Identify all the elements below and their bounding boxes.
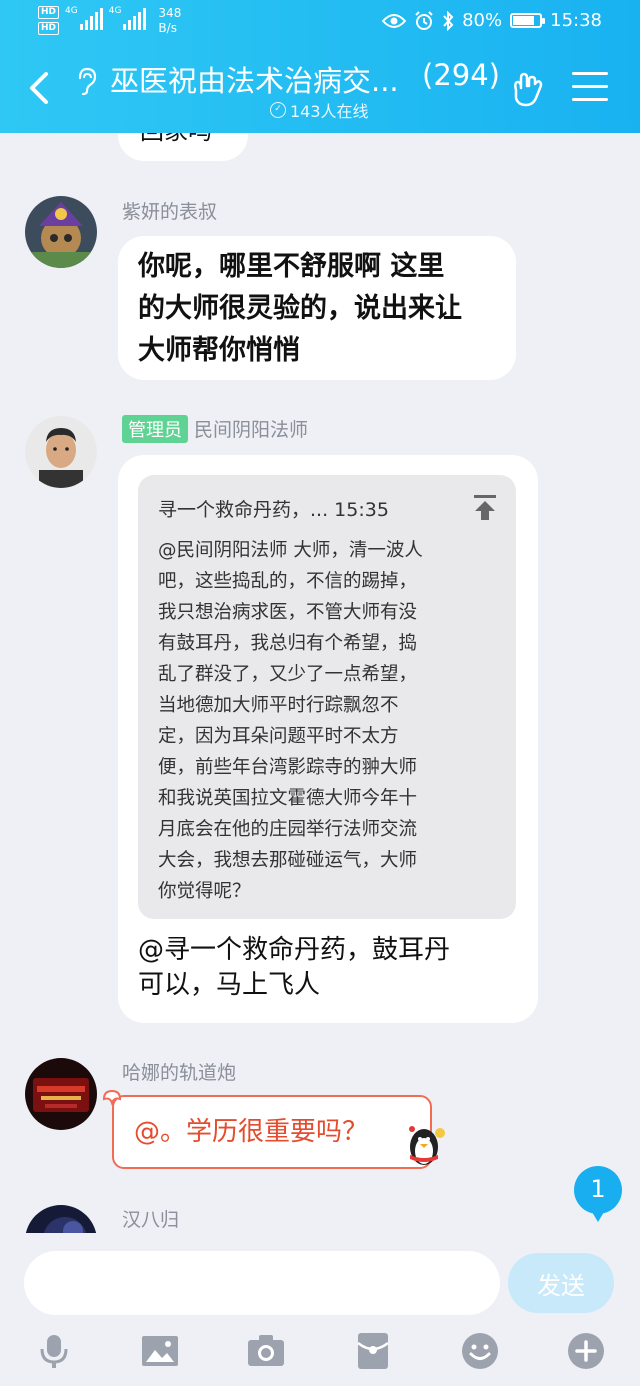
send-button[interactable]: 发送 bbox=[508, 1253, 614, 1313]
avatar[interactable] bbox=[25, 1205, 97, 1233]
emoji-icon[interactable] bbox=[460, 1331, 500, 1371]
microphone-icon[interactable] bbox=[34, 1331, 74, 1371]
message-line: 的大师很灵验的，说出来让 bbox=[138, 293, 462, 324]
quote-line: 乱了群没了，又少了一点希望， bbox=[158, 664, 418, 685]
ear-icon bbox=[78, 67, 97, 96]
sender-name[interactable]: 民间阴阳法师 bbox=[194, 419, 308, 441]
sender-name[interactable]: 哈娜的轨道炮 bbox=[122, 1058, 236, 1085]
signal-icon-sim2: 4G bbox=[109, 6, 147, 30]
message-bubble-partial[interactable]: 回家吗 bbox=[118, 133, 248, 161]
chat-area[interactable]: 回家吗 紫妍的表叔 你呢，哪里不舒服啊 这里 的大师很灵验的，说出来让 大师帮你… bbox=[0, 133, 640, 1233]
quote-header: 寻一个救命丹药，... 15:35 bbox=[158, 499, 389, 521]
plus-icon[interactable] bbox=[566, 1331, 606, 1371]
back-icon[interactable] bbox=[22, 68, 58, 108]
unread-count-badge[interactable]: 1 bbox=[574, 1166, 622, 1222]
message-line: 大师帮你悄悄 bbox=[138, 335, 300, 366]
message-text: @。学历很重要吗？ bbox=[134, 1117, 369, 1147]
eye-icon bbox=[382, 13, 407, 28]
alarm-icon bbox=[415, 10, 433, 30]
quote-line: 我只想治病求医，不管大师有没 bbox=[158, 602, 418, 623]
red-packet-icon[interactable] bbox=[353, 1331, 393, 1371]
message-line: 可以，马上飞人 bbox=[138, 970, 321, 1000]
corner-decoration-icon bbox=[102, 1089, 122, 1107]
quote-line: 当地德加大师平时行踪飘忽不 bbox=[158, 695, 399, 716]
clock: 15:38 bbox=[550, 10, 602, 31]
title-bar: 巫医祝由法术治病交... (294) ✓ 143人在线 bbox=[0, 44, 640, 133]
online-status: ✓ 143人在线 bbox=[270, 98, 369, 122]
quote-line: 和我说英国拉文霍德大师今年十 bbox=[158, 788, 418, 809]
member-count[interactable]: (294) bbox=[422, 58, 500, 92]
reply-text: @寻一个救命丹药，鼓耳丹 可以，马上飞人 bbox=[138, 933, 518, 1003]
hand-gesture-icon[interactable] bbox=[508, 70, 548, 110]
network-type-1: 4G bbox=[65, 6, 78, 16]
online-check-icon: ✓ bbox=[270, 102, 286, 118]
admin-badge: 管理员 bbox=[122, 415, 188, 443]
quote-body: @民间阴阳法师 大师，清一波人 吧，这些捣乱的，不信的踢掉， 我只想治病求医，不… bbox=[158, 535, 498, 907]
sender-header: 管理员 民间阴阳法师 bbox=[122, 415, 308, 443]
quote-line: 便，前些年台湾影踪寺的翀大师 bbox=[158, 757, 418, 778]
quote-line: 月底会在他的庄园举行法师交流 bbox=[158, 819, 418, 840]
status-bar: HD HD 4G 4G 348 B/s 80% 15:38 bbox=[0, 0, 640, 44]
network-speed: 348 B/s bbox=[158, 6, 181, 36]
avatar[interactable] bbox=[25, 416, 97, 488]
network-type-2: 4G bbox=[108, 6, 122, 16]
status-left: HD HD 4G 4G 348 B/s bbox=[38, 6, 181, 36]
message-input[interactable] bbox=[24, 1251, 500, 1315]
avatar[interactable] bbox=[25, 196, 97, 268]
signal-icon-sim1: 4G bbox=[65, 6, 103, 30]
top-bar: HD HD 4G 4G 348 B/s 80% 15:38 巫医祝由法术治病交.… bbox=[0, 0, 640, 133]
quote-line: 吧，这些捣乱的，不信的踢掉， bbox=[158, 571, 418, 592]
message-line: @寻一个救命丹药，鼓耳丹 bbox=[138, 935, 451, 965]
quote-line: 有鼓耳丹，我总归有个希望，捣 bbox=[158, 633, 418, 654]
sender-name[interactable]: 紫妍的表叔 bbox=[122, 197, 217, 224]
hd-indicators: HD HD bbox=[38, 6, 60, 35]
battery-percent: 80% bbox=[462, 10, 503, 31]
online-count-text: 143人在线 bbox=[290, 102, 369, 121]
quote-line: 你觉得呢？ bbox=[158, 881, 251, 902]
message-text-partial: 回家吗 bbox=[140, 133, 212, 146]
quote-line: 定，因为耳朵问题平时不太方 bbox=[158, 726, 399, 747]
battery-icon bbox=[510, 13, 546, 28]
network-speed-value: 348 bbox=[158, 6, 182, 20]
battery-fill bbox=[513, 16, 535, 25]
quoted-message[interactable]: 寻一个救命丹药，... 15:35 @民间阴阳法师 大师，清一波人 吧，这些捣乱… bbox=[138, 475, 516, 919]
message-bubble[interactable]: 你呢，哪里不舒服啊 这里 的大师很灵验的，说出来让 大师帮你悄悄 bbox=[118, 236, 516, 380]
festive-message-bubble[interactable]: @。学历很重要吗？ bbox=[102, 1089, 445, 1169]
status-right: 80% 15:38 bbox=[382, 10, 602, 31]
sender-name[interactable]: 汉八归 bbox=[122, 1205, 179, 1232]
camera-icon[interactable] bbox=[246, 1331, 286, 1371]
composer: 发送 bbox=[0, 1233, 640, 1386]
avatar[interactable] bbox=[25, 1058, 97, 1130]
quote-line: 大会，我想去那碰碰运气，大师 bbox=[158, 850, 418, 871]
menu-icon[interactable] bbox=[572, 72, 608, 104]
scroll-to-top-icon[interactable] bbox=[472, 493, 498, 521]
quote-line: @民间阴阳法师 大师，清一波人 bbox=[158, 540, 423, 561]
penguin-sticker-icon bbox=[409, 1126, 445, 1165]
group-title[interactable]: 巫医祝由法术治病交... bbox=[110, 58, 410, 100]
hd-badge-2: HD bbox=[38, 22, 60, 35]
network-speed-unit: B/s bbox=[158, 21, 177, 35]
image-icon[interactable] bbox=[140, 1331, 180, 1371]
message-line: 你呢，哪里不舒服啊 这里 bbox=[138, 251, 445, 282]
bluetooth-icon bbox=[443, 10, 454, 31]
hd-badge-1: HD bbox=[38, 6, 60, 19]
